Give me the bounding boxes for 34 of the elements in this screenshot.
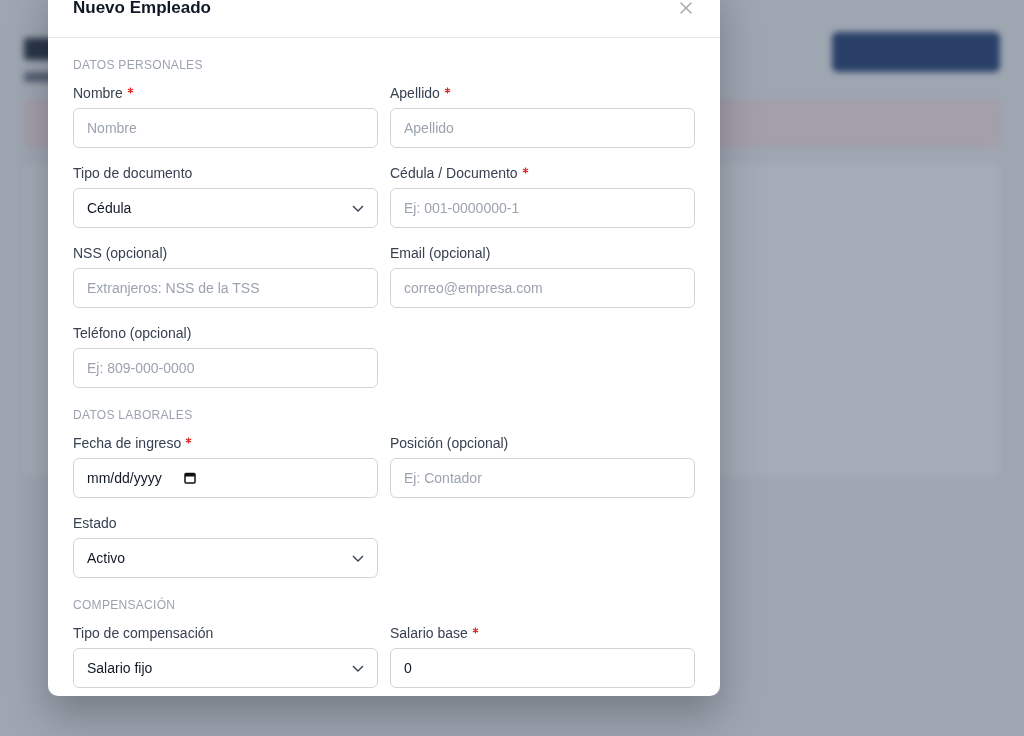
input-field[interactable]: Ej: 001-0000000-1 bbox=[390, 188, 695, 228]
input-field[interactable]: correo@empresa.com bbox=[390, 268, 695, 308]
chevron-down-icon bbox=[352, 204, 364, 212]
chevron-down-icon bbox=[352, 664, 364, 672]
field-label: Posición (opcional) bbox=[390, 435, 509, 451]
input-field[interactable]: Ej: Contador bbox=[390, 458, 695, 498]
section-heading: DATOS PERSONALES bbox=[73, 58, 204, 72]
chevron-down-icon bbox=[352, 554, 364, 562]
section-heading: COMPENSACIÓN bbox=[73, 598, 177, 612]
dropdown-field[interactable]: Salario fijo bbox=[73, 648, 378, 688]
field-label: Tipo de compensación bbox=[73, 625, 214, 641]
input-field[interactable]: Apellido bbox=[390, 108, 695, 148]
input-field[interactable]: Nombre bbox=[73, 108, 378, 148]
close-icon[interactable] bbox=[680, 1, 692, 14]
input-field[interactable]: Ej: 809-000-0000 bbox=[73, 348, 378, 388]
calendar-icon[interactable] bbox=[183, 472, 196, 484]
field-label: NSS (opcional) bbox=[73, 245, 168, 261]
field-label: Apellido bbox=[390, 85, 440, 101]
date-field[interactable]: mm/dd/yyyy bbox=[73, 458, 378, 498]
input-field[interactable]: Extranjeros: NSS de la TSS bbox=[73, 268, 378, 308]
field-label: Nombre bbox=[73, 85, 123, 101]
modal-title: Nuevo Empleado bbox=[73, 0, 211, 18]
field-label: Teléfono (opcional) bbox=[73, 325, 192, 341]
field-label: Cédula / Documento bbox=[390, 165, 518, 181]
field-label: Email (opcional) bbox=[390, 245, 491, 261]
dropdown-field[interactable]: Cédula bbox=[73, 188, 378, 228]
field-label: Fecha de ingreso bbox=[73, 435, 182, 451]
field-label: Tipo de documento bbox=[73, 165, 193, 181]
field-label: Salario base bbox=[390, 625, 468, 641]
section-heading: DATOS LABORALES bbox=[73, 408, 194, 422]
new-employee-button[interactable] bbox=[832, 32, 1000, 72]
field-label: Estado bbox=[73, 515, 117, 531]
input-field[interactable]: 0 bbox=[390, 648, 695, 688]
dropdown-field[interactable]: Activo bbox=[73, 538, 378, 578]
